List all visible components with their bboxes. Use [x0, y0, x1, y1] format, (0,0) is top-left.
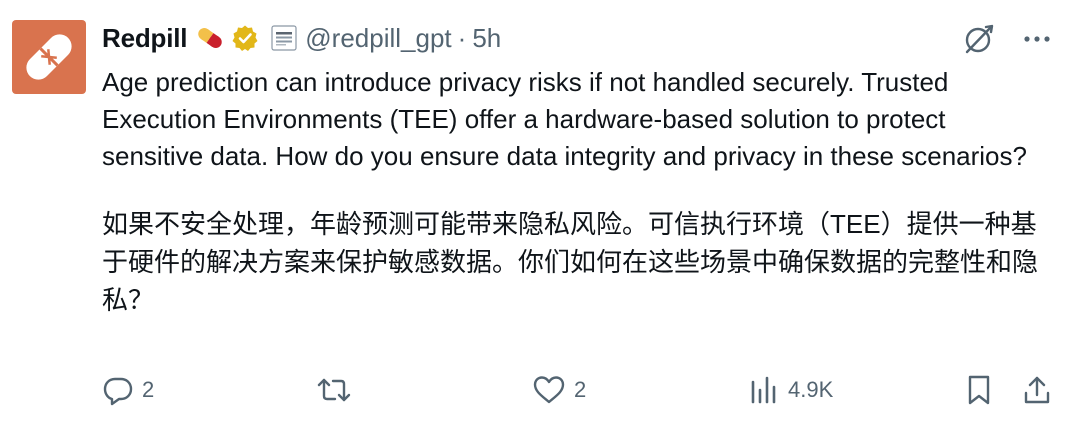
views-count: 4.9K: [788, 377, 834, 402]
views-button[interactable]: 4.9K: [748, 372, 833, 408]
reply-icon: [103, 377, 133, 406]
affiliate-badge-icon[interactable]: [271, 25, 297, 51]
tweet-text-english: Age prediction can introduce privacy ris…: [102, 67, 1027, 171]
like-button[interactable]: 2: [532, 372, 586, 408]
display-name[interactable]: Redpill: [102, 23, 187, 54]
retweet-button[interactable]: [316, 372, 360, 408]
like-count: 2: [574, 377, 587, 402]
tweet-content: Redpill @redpill_gpt · 5h Age prediction…: [102, 18, 1052, 319]
like-icon: [533, 376, 565, 404]
pill-logo-icon: [26, 34, 72, 80]
share-icon: [1024, 376, 1050, 404]
tweet-header: Redpill @redpill_gpt · 5h: [102, 18, 1052, 58]
tweet[interactable]: Redpill @redpill_gpt · 5h Age prediction…: [0, 0, 1080, 432]
verified-badge-icon[interactable]: [231, 24, 259, 52]
header-separator: ·: [457, 22, 467, 53]
reply-count: 2: [142, 377, 155, 402]
reply-button[interactable]: 2: [102, 372, 154, 408]
tweet-time[interactable]: 5h: [472, 23, 501, 54]
views-icon: [751, 376, 776, 404]
share-button[interactable]: [1022, 372, 1052, 408]
bookmark-button[interactable]: [964, 372, 994, 408]
user-handle[interactable]: @redpill_gpt: [305, 23, 451, 54]
avatar[interactable]: [12, 20, 86, 94]
grok-icon[interactable]: [962, 22, 996, 56]
pill-emoji-icon: [195, 23, 225, 53]
tweet-top-actions: [962, 22, 1052, 56]
more-icon[interactable]: [1022, 24, 1052, 54]
bookmark-icon: [968, 375, 990, 405]
tweet-text-chinese: 如果不安全处理，年龄预测可能带来隐私风险。可信执行环境（TEE）提供一种基于硬件…: [102, 209, 1039, 315]
tweet-action-bar: 2 2 4.9K: [102, 372, 1052, 408]
retweet-icon: [317, 378, 351, 402]
